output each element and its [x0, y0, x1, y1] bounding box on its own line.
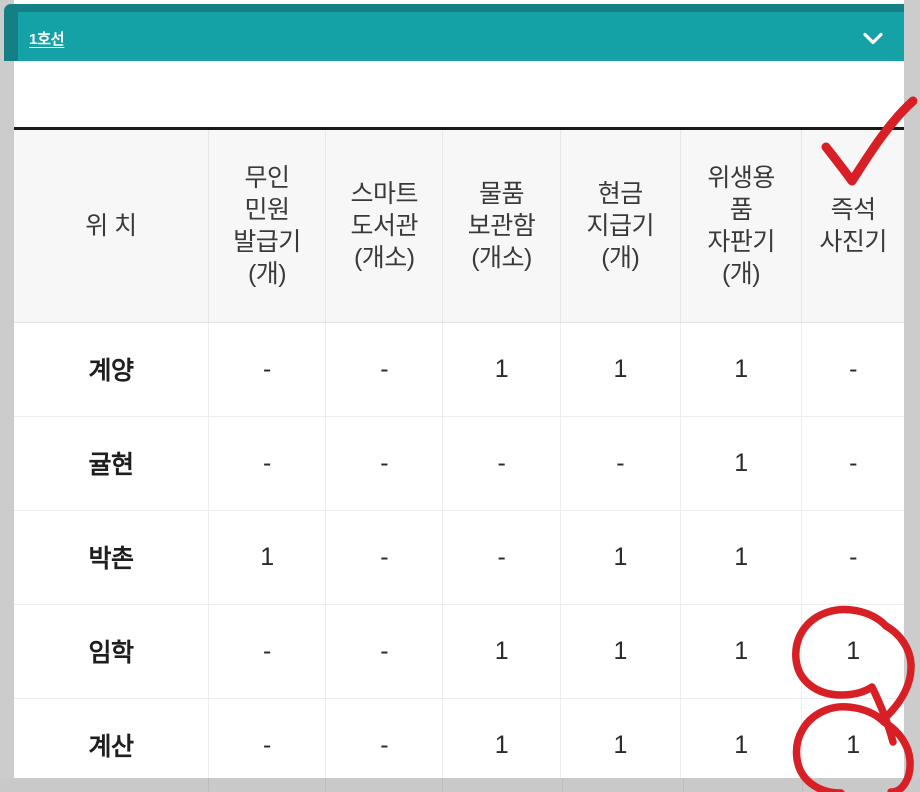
column-header-atm: 현금 지급기 (개)	[560, 130, 681, 323]
cell-smart-library: -	[325, 416, 444, 511]
accordion-title: 1호선	[29, 30, 65, 48]
cell-kiosk: -	[208, 698, 327, 778]
accordion-shell: 1호선	[4, 4, 916, 64]
cell-kiosk: -	[208, 416, 327, 511]
cell-hygiene-vending: 1	[680, 416, 803, 511]
cell-location: 계양	[14, 322, 209, 417]
cell-hygiene-vending: 1	[680, 698, 803, 778]
cell-hygiene-vending: 1	[680, 604, 803, 699]
station-facility-table: 위 치 무인 민원 발급기 (개) 스마트 도서관 (개소) 물품 보관함 (개…	[14, 130, 904, 778]
table-row: 박촌 1 - - 1 1 -	[14, 510, 904, 605]
cell-location: 계산	[14, 698, 209, 778]
accordion-header-1hoseon[interactable]: 1호선	[18, 12, 908, 64]
cell-atm: 1	[560, 510, 681, 605]
cell-location: 귤현	[14, 416, 209, 511]
cell-photo-booth: 1	[801, 604, 904, 699]
column-header-smart-library: 스마트 도서관 (개소)	[325, 130, 444, 323]
cell-hygiene-vending: 1	[680, 322, 803, 417]
cell-kiosk: -	[208, 604, 327, 699]
page-gutter-right	[904, 0, 920, 792]
table-body: 계양 - - 1 1 1 - 귤현 - - - - 1 - 박촌 1 - - 1…	[14, 322, 904, 778]
accordion-body-spacer	[14, 61, 904, 127]
column-header-hygiene-vending: 위생용 품 자판기 (개)	[680, 130, 803, 323]
cell-smart-library: -	[325, 604, 444, 699]
table-header: 위 치 무인 민원 발급기 (개) 스마트 도서관 (개소) 물품 보관함 (개…	[14, 130, 904, 323]
cell-kiosk: 1	[208, 510, 327, 605]
cell-locker: -	[442, 510, 561, 605]
cell-smart-library: -	[325, 510, 444, 605]
cell-photo-booth: -	[801, 322, 904, 417]
cell-photo-booth: -	[801, 510, 904, 605]
cell-atm: -	[560, 416, 681, 511]
column-header-photo-booth: 즉석 사진기	[801, 130, 904, 323]
table-row: 계산 - - 1 1 1 1	[14, 698, 904, 778]
table-row: 계양 - - 1 1 1 -	[14, 322, 904, 417]
cell-locker: 1	[442, 604, 561, 699]
cell-atm: 1	[560, 604, 681, 699]
column-header-kiosk: 무인 민원 발급기 (개)	[208, 130, 327, 323]
column-header-location: 위 치	[14, 130, 209, 323]
page-root: 1호선 위 치 무인 민원 발급기 (개) 스마트 도서관 (개소) 물품 보관…	[0, 0, 920, 792]
cell-locker: 1	[442, 322, 561, 417]
table-header-row: 위 치 무인 민원 발급기 (개) 스마트 도서관 (개소) 물품 보관함 (개…	[14, 130, 904, 323]
cell-photo-booth: -	[801, 416, 904, 511]
cell-locker: 1	[442, 698, 561, 778]
cell-smart-library: -	[325, 698, 444, 778]
facility-table-scroll-container[interactable]: 위 치 무인 민원 발급기 (개) 스마트 도서관 (개소) 물품 보관함 (개…	[14, 127, 904, 778]
page-gutter-bottom	[0, 778, 920, 792]
cell-location: 박촌	[14, 510, 209, 605]
cell-locker: -	[442, 416, 561, 511]
table-row: 임학 - - 1 1 1 1	[14, 604, 904, 699]
chevron-down-icon[interactable]	[858, 23, 888, 53]
cell-smart-library: -	[325, 322, 444, 417]
table-row: 귤현 - - - - 1 -	[14, 416, 904, 511]
column-header-locker: 물품 보관함 (개소)	[442, 130, 561, 323]
cell-photo-booth: 1	[801, 698, 904, 778]
cell-location: 임학	[14, 604, 209, 699]
cell-kiosk: -	[208, 322, 327, 417]
cell-atm: 1	[560, 322, 681, 417]
cell-atm: 1	[560, 698, 681, 778]
cell-hygiene-vending: 1	[680, 510, 803, 605]
page-gutter-left	[0, 0, 14, 792]
